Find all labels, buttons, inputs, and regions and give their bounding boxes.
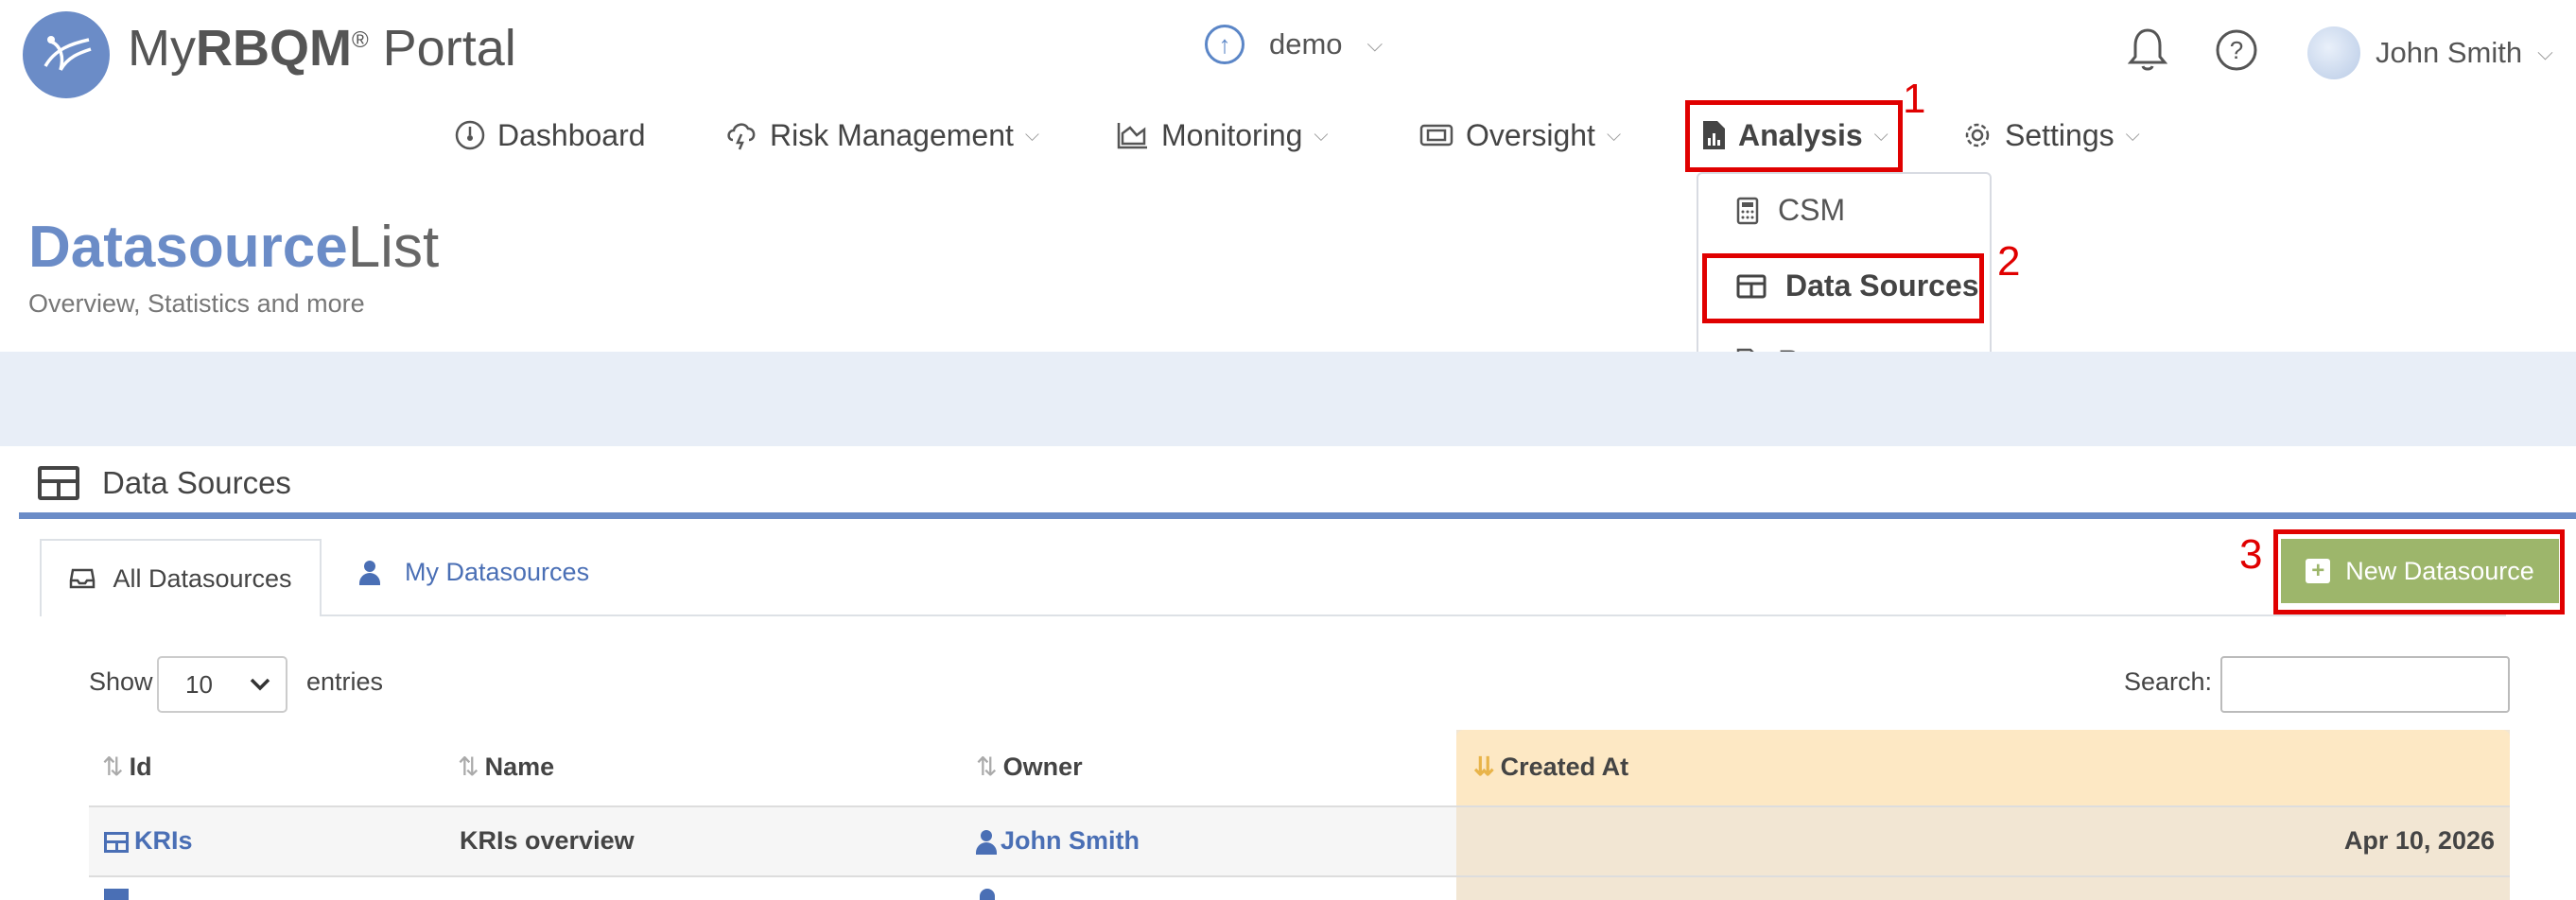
chevron-down-icon: ⌵ [2537, 41, 2553, 64]
column-header-created-at-label: Created At [1500, 753, 1629, 781]
chevron-down-icon: ⌵ [2125, 124, 2140, 146]
logo-prefix: My [128, 20, 196, 77]
page-subtitle: Overview, Statistics and more [28, 289, 365, 318]
page-title-bold: Datasource [28, 215, 348, 280]
nav-analysis-label: Analysis [1738, 117, 1863, 152]
nav-analysis[interactable]: Analysis ⌵ [1700, 112, 1888, 159]
tabs-divider [322, 614, 2506, 616]
gauge-icon [455, 120, 485, 150]
panel-title-label: Data Sources [102, 465, 291, 500]
tab-my-datasources[interactable]: My Datasources [359, 558, 589, 587]
svg-text:?: ? [2230, 36, 2243, 64]
nav-dashboard-label: Dashboard [497, 117, 646, 152]
row-owner-link[interactable]: John Smith [976, 826, 1140, 856]
sort-icon: ⇅ [102, 753, 124, 781]
help-icon[interactable]: ? [2215, 28, 2258, 77]
show-label: Show [89, 667, 153, 696]
annotation-1: 1 [1903, 76, 1926, 122]
nav-dashboard[interactable]: Dashboard [454, 112, 646, 159]
search-label: Search: [2124, 667, 2213, 696]
column-header-name[interactable]: ⇅ Name [458, 753, 554, 782]
column-header-created-at[interactable]: ⇊ Created At [1473, 753, 1628, 782]
nav-oversight[interactable]: Oversight ⌵ [1419, 112, 1621, 159]
panel-divider [19, 512, 2576, 519]
tab-all-datasources[interactable]: All Datasources [40, 539, 322, 616]
sort-icon: ⇅ [976, 753, 998, 781]
calculator-icon [1736, 197, 1759, 224]
gear-icon [1965, 123, 1990, 147]
inbox-icon [70, 568, 96, 589]
ticket-icon [1419, 124, 1453, 147]
table-icon [38, 466, 79, 500]
column-header-owner-label: Owner [1002, 753, 1083, 781]
plus-icon: + [2306, 558, 2331, 583]
area-chart-icon [1117, 123, 1147, 149]
chevron-down-icon [250, 678, 270, 691]
tab-my-datasources-label: My Datasources [405, 558, 590, 586]
table-icon [104, 831, 129, 853]
new-datasource-label: New Datasource [2345, 556, 2534, 585]
logo-bold: RBQM [195, 20, 352, 77]
row-owner-label: John Smith [1001, 826, 1140, 855]
column-header-id[interactable]: ⇅ Id [102, 753, 152, 782]
app-title[interactable]: MyRBQM® Portal [128, 19, 516, 78]
row-created-at: Apr 10, 2026 [2343, 826, 2495, 855]
nav-risk-management-label: Risk Management [770, 117, 1014, 152]
nav-settings[interactable]: Settings ⌵ [1961, 112, 2140, 159]
user-menu[interactable]: John Smith ⌵ [2307, 26, 2553, 79]
column-header-name-label: Name [484, 753, 555, 781]
nav-monitoring[interactable]: Monitoring ⌵ [1116, 112, 1329, 159]
column-header-owner[interactable]: ⇅ Owner [976, 753, 1083, 782]
avatar [2307, 26, 2360, 79]
logo-icon[interactable] [23, 11, 110, 98]
menu-item-csm[interactable]: CSM [1736, 193, 1845, 228]
chevron-down-icon: ⌵ [1366, 32, 1384, 56]
page-band [0, 352, 2576, 446]
sort-icon: ⇅ [458, 753, 479, 781]
annotation-2: 2 [1997, 238, 2021, 285]
panel-title: Data Sources [38, 465, 291, 501]
page-title: DatasourceList [28, 214, 439, 281]
user-icon [976, 829, 997, 855]
new-datasource-button[interactable]: + New Datasource [2281, 539, 2559, 603]
entries-label: entries [306, 667, 384, 696]
table-divider [89, 875, 2510, 877]
search-input[interactable] [2220, 656, 2510, 713]
annotation-3: 3 [2239, 531, 2263, 578]
chevron-down-icon: ⌵ [1024, 124, 1040, 146]
data-sources-highlight [1702, 253, 1984, 323]
nav-risk-management[interactable]: Risk Management ⌵ [724, 112, 1039, 159]
project-selector[interactable]: ↑ demo ⌵ [1205, 25, 1383, 64]
menu-item-csm-label: CSM [1778, 193, 1846, 227]
table-row [89, 807, 1456, 875]
column-header-id-label: Id [129, 753, 152, 781]
logo-mark [44, 36, 92, 71]
page-title-light: List [347, 215, 440, 280]
registered-mark: ® [351, 27, 369, 53]
nav-oversight-label: Oversight [1466, 117, 1595, 152]
row-id-link[interactable]: KRIs [104, 826, 193, 856]
user-icon [359, 560, 380, 585]
nav-monitoring-label: Monitoring [1161, 117, 1303, 152]
tab-all-datasources-label: All Datasources [113, 563, 292, 593]
cloud-bolt-icon [727, 123, 756, 150]
partial-row-icon [104, 889, 129, 900]
chevron-down-icon: ⌵ [1314, 124, 1329, 146]
entries-value: 10 [185, 669, 213, 699]
project-name: demo [1269, 27, 1343, 61]
partial-row-user-icon [980, 889, 995, 900]
row-name: KRIs overview [460, 826, 635, 855]
nav-settings-label: Settings [2005, 117, 2115, 152]
upload-icon: ↑ [1205, 25, 1244, 64]
chevron-down-icon: ⌵ [1606, 124, 1622, 146]
chevron-down-icon: ⌵ [1873, 124, 1888, 146]
logo-suffix: Portal [368, 20, 516, 77]
file-chart-icon [1703, 121, 1725, 149]
sort-desc-icon: ⇊ [1473, 753, 1495, 781]
bell-icon[interactable] [2127, 26, 2168, 77]
row-id-label: KRIs [134, 826, 193, 855]
user-name: John Smith [2376, 36, 2523, 69]
entries-select[interactable]: 10 [157, 656, 287, 713]
